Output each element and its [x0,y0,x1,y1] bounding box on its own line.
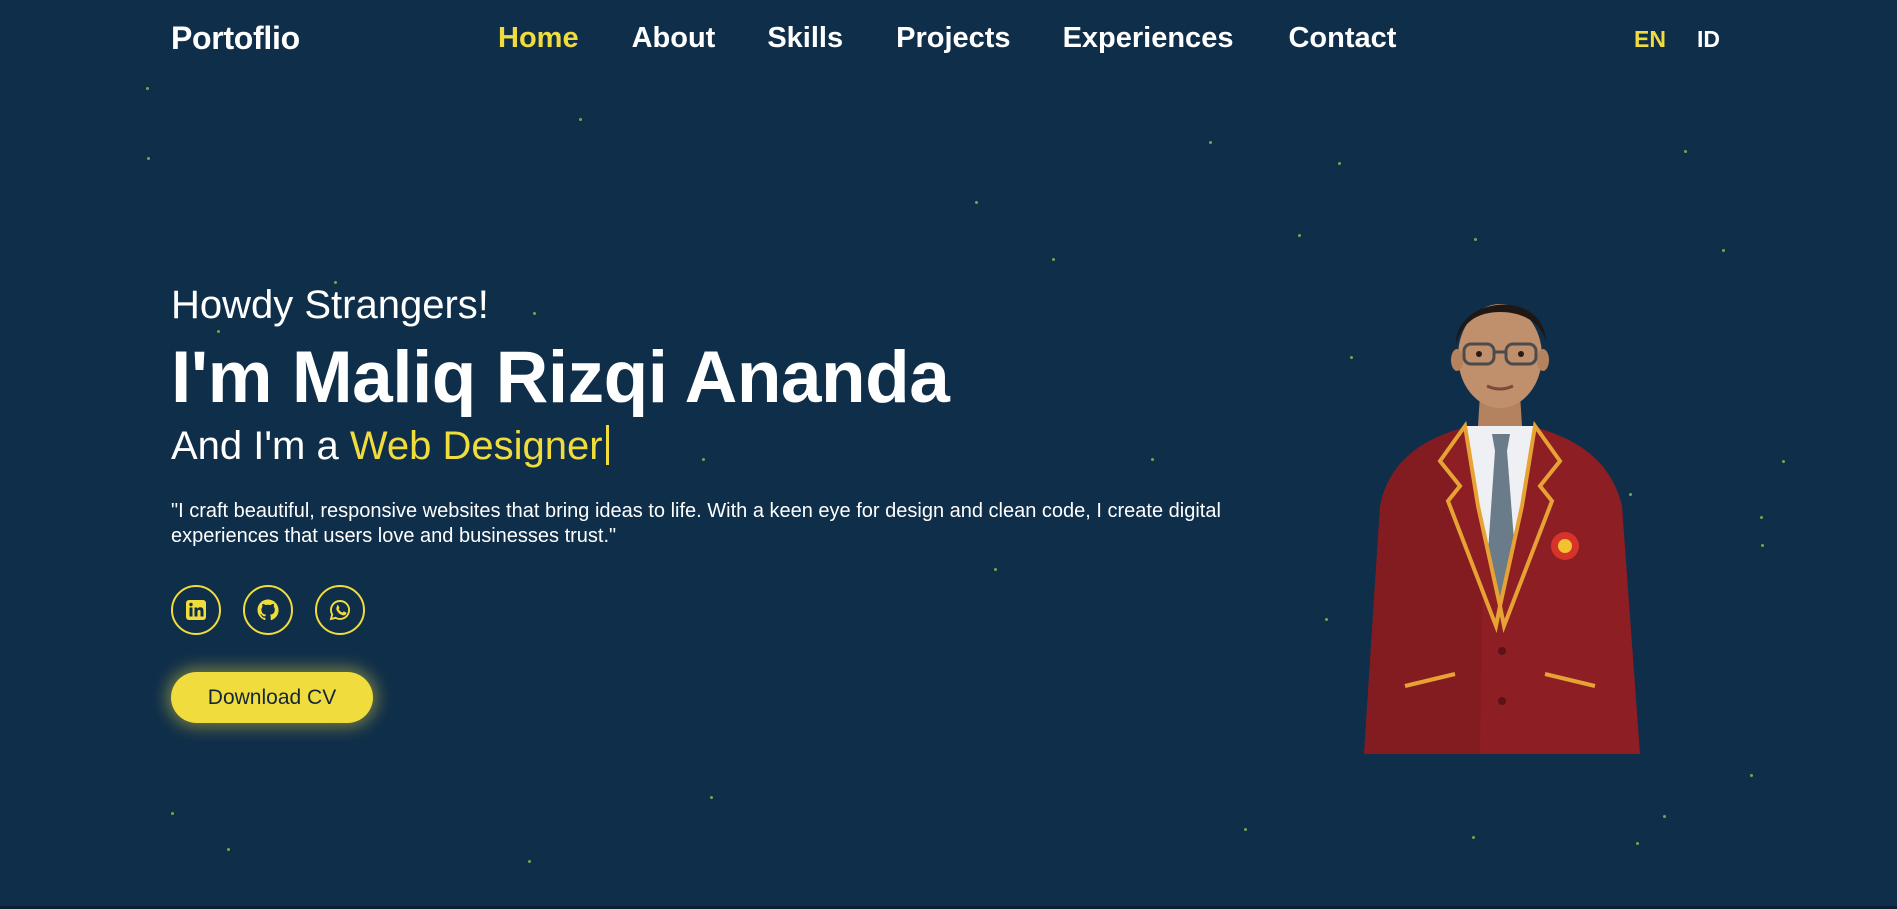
whatsapp-icon [328,598,352,622]
hero-role-prefix: And I'm a [171,424,350,468]
navbar: Portoflio Home About Skills Projects Exp… [0,0,1897,82]
hero-name: I'm Maliq Rizqi Ananda [171,337,950,418]
hero-greeting: Howdy Strangers! [171,283,489,327]
nav-link-home[interactable]: Home [498,22,579,55]
hero-tagline: "I craft beautiful, responsive websites … [171,500,1221,547]
download-cv-button[interactable]: Download CV [171,672,373,723]
hero-role-typed: Web Designer [349,424,603,468]
typing-caret [605,425,609,465]
language-en-toggle[interactable]: EN [1634,26,1666,53]
nav-link-about[interactable]: About [632,22,716,55]
github-button[interactable] [243,585,293,635]
github-icon [256,598,280,622]
nav-link-projects[interactable]: Projects [896,22,1010,55]
nav-links: Home About Skills Projects Experiences C… [498,22,1396,55]
linkedin-button[interactable] [171,585,221,635]
profile-photo [1360,276,1640,754]
nav-link-contact[interactable]: Contact [1288,22,1396,55]
nav-link-experiences[interactable]: Experiences [1063,22,1234,55]
hero-role-line: And I'm a Web Designer [171,424,609,469]
linkedin-icon [184,598,208,622]
nav-link-skills[interactable]: Skills [767,22,843,55]
social-links [171,585,365,635]
page: Portoflio Home About Skills Projects Exp… [0,0,1897,909]
brand-logo[interactable]: Portoflio [171,20,300,57]
whatsapp-button[interactable] [315,585,365,635]
language-id-toggle[interactable]: ID [1697,26,1720,53]
